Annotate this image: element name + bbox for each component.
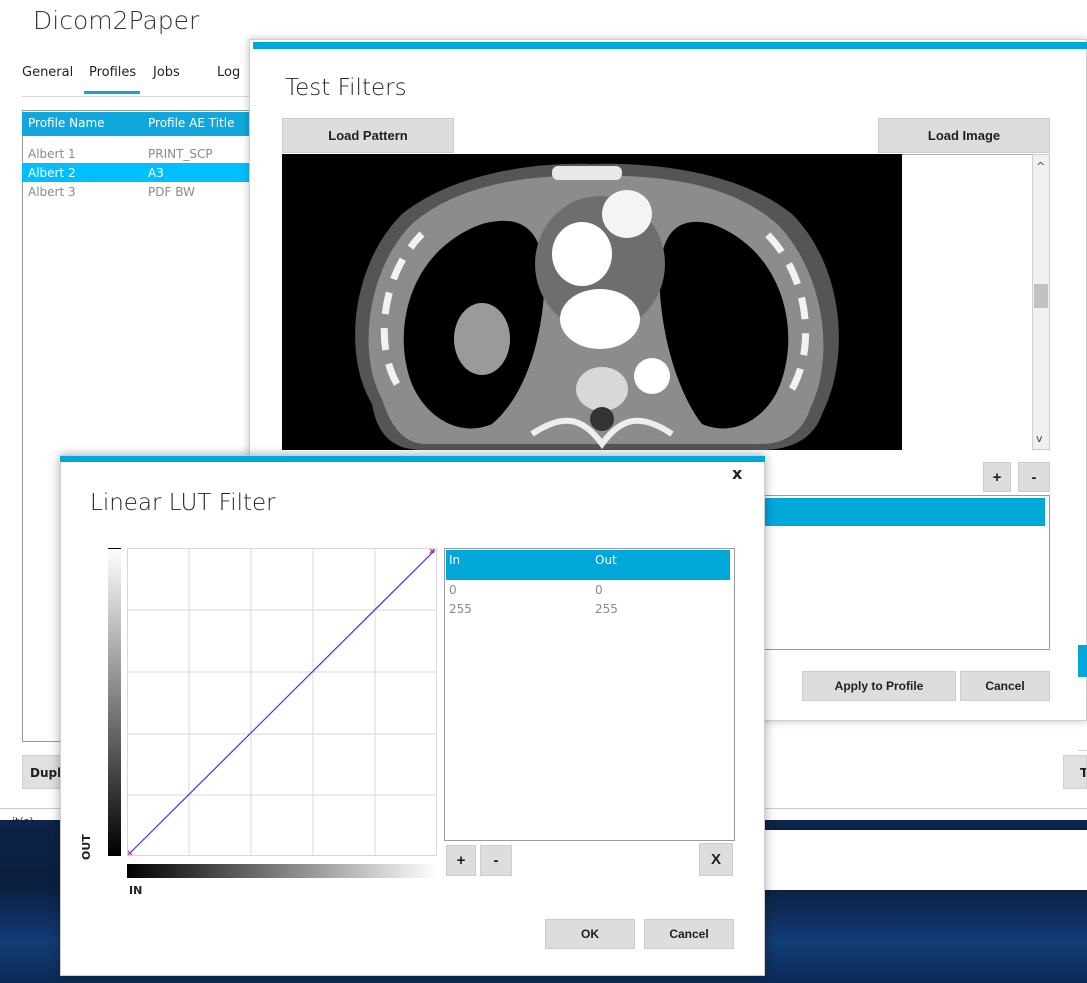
lut-table-header: In Out [446,550,730,580]
close-icon[interactable]: x [732,464,742,483]
duplicate-button[interactable]: Dupl [22,755,62,789]
dialog-title: Linear LUT Filter [90,490,276,516]
load-pattern-button[interactable]: Load Pattern [282,118,454,153]
ct-preview-image [282,154,902,450]
clear-points-button[interactable]: X [699,843,733,876]
lut-curve-plot[interactable] [127,548,437,856]
load-image-button[interactable]: Load Image [878,118,1050,153]
profile-ae-title: A3 [148,166,164,180]
table-row[interactable]: Albert 3 PDF BW [22,182,257,201]
tabs-divider [22,96,262,97]
dialog-title: Test Filters [285,75,407,101]
dialog-accent-bar [253,42,1087,49]
chevron-down-icon[interactable]: v [1036,432,1043,445]
out-value: 0 [595,583,603,597]
add-filter-button[interactable]: + [983,462,1011,492]
ct-scan-icon [355,163,839,450]
profile-name: Albert 1 [28,147,76,161]
profile-name: Albert 2 [28,166,76,180]
table-row[interactable]: 255 255 [446,602,730,620]
output-gradient-bar [108,548,121,856]
in-value: 0 [449,583,457,597]
column-profile-name[interactable]: Profile Name [28,116,105,130]
tab-general[interactable]: General [22,65,73,80]
active-tab-indicator [84,91,140,94]
out-axis-label: OUT [80,834,93,860]
image-canvas-blank [902,154,1032,450]
apply-to-profile-button[interactable]: Apply to Profile [802,671,956,701]
right-action-button[interactable]: T [1063,755,1087,789]
cancel-button[interactable]: Cancel [960,671,1050,701]
out-value: 255 [595,602,618,616]
table-row[interactable]: Albert 2 A3 [22,163,257,182]
list-item[interactable] [756,498,1045,526]
gradient-top-tick [108,548,121,549]
profile-ae-title: PRINT_SCP [148,147,213,161]
curve-point-marker[interactable] [127,850,133,856]
scrollbar-thumb[interactable] [1034,284,1048,308]
tab-log[interactable]: Log [217,65,240,80]
table-row[interactable]: Albert 1 PRINT_SCP [22,144,257,163]
profile-ae-title: PDF BW [148,185,195,199]
dialog-accent-bar [60,456,765,462]
column-out[interactable]: Out [595,553,617,567]
add-point-button[interactable]: + [446,845,476,876]
tab-jobs[interactable]: Jobs [153,65,180,80]
background-accent-edge [1078,645,1087,677]
column-in[interactable]: In [449,553,460,567]
desktop-window-fragment [760,830,1087,890]
in-value: 255 [449,602,472,616]
in-axis-label: IN [129,884,143,897]
profiles-table-header: Profile Name Profile AE Title [22,112,257,136]
tab-profiles[interactable]: Profiles [89,65,136,80]
table-row[interactable]: 0 0 [446,583,730,601]
lut-curve-line[interactable] [128,549,436,855]
cancel-button[interactable]: Cancel [644,919,734,949]
chevron-up-icon[interactable]: ^ [1036,160,1045,173]
remove-point-button[interactable]: - [480,845,512,876]
remove-filter-button[interactable]: - [1018,462,1050,492]
ok-button[interactable]: OK [545,919,635,949]
profile-name: Albert 3 [28,185,76,199]
app-title: Dicom2Paper [33,6,200,35]
input-gradient-bar [127,864,437,878]
column-profile-ae-title[interactable]: Profile AE Title [148,116,234,130]
